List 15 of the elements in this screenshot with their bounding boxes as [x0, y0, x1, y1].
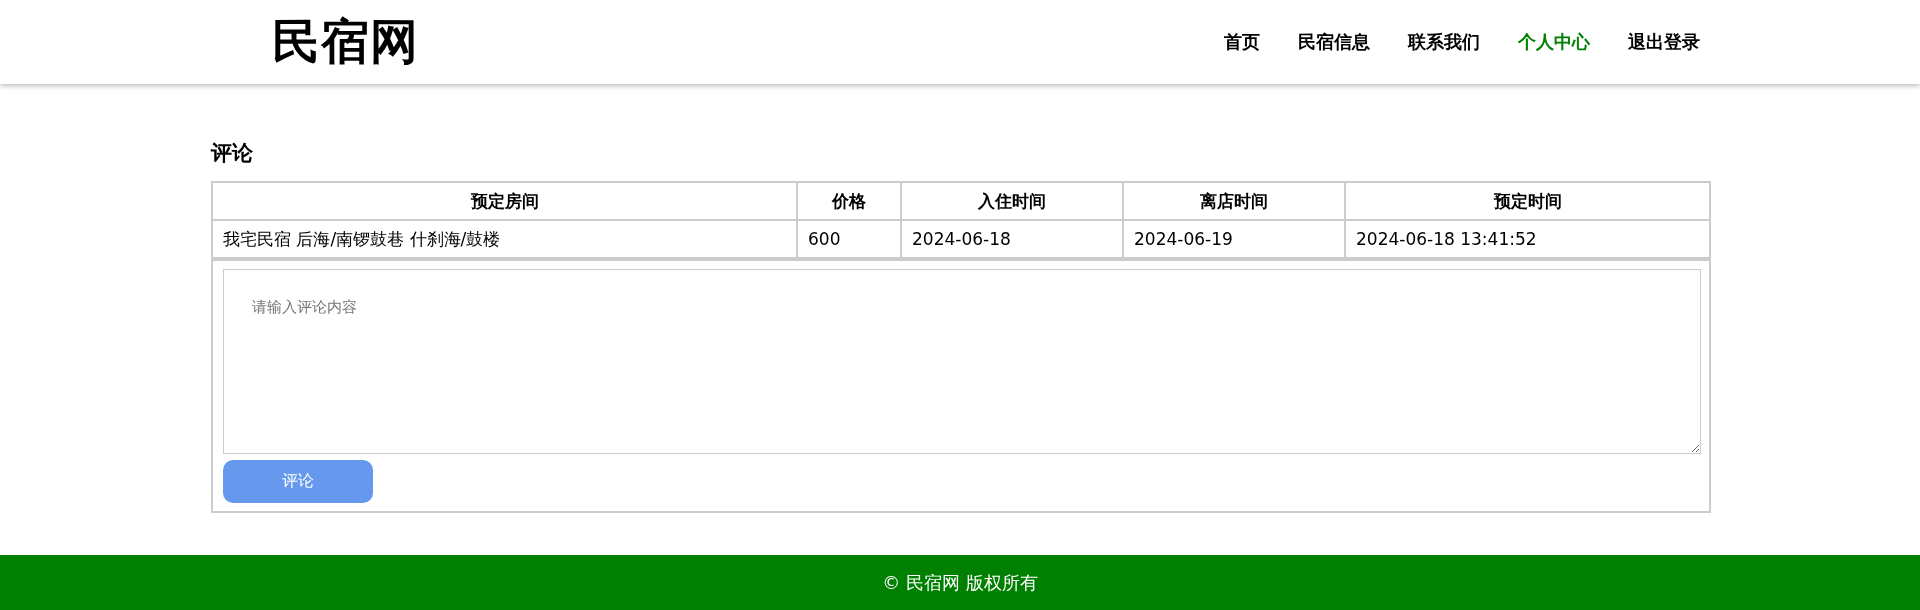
column-header: 预定时间: [1345, 182, 1710, 220]
copyright-text: © 民宿网 版权所有: [882, 570, 1038, 595]
nav-link[interactable]: 民宿信息: [1298, 30, 1370, 54]
nav-link[interactable]: 首页: [1224, 30, 1260, 54]
section-title: 评论: [211, 140, 254, 167]
nav-link[interactable]: 退出登录: [1628, 30, 1700, 54]
column-header: 价格: [797, 182, 901, 220]
nav-link[interactable]: 个人中心: [1518, 30, 1590, 54]
site-logo: 民宿网: [272, 12, 419, 71]
column-header: 离店时间: [1123, 182, 1345, 220]
column-header: 预定房间: [212, 182, 797, 220]
comment-field[interactable]: 请输入评论内容: [223, 269, 1701, 454]
table-cell: 我宅民宿 后海/南锣鼓巷 什刹海/鼓楼: [212, 220, 797, 259]
column-header: 入住时间: [901, 182, 1123, 220]
nav-link[interactable]: 联系我们: [1408, 30, 1480, 54]
